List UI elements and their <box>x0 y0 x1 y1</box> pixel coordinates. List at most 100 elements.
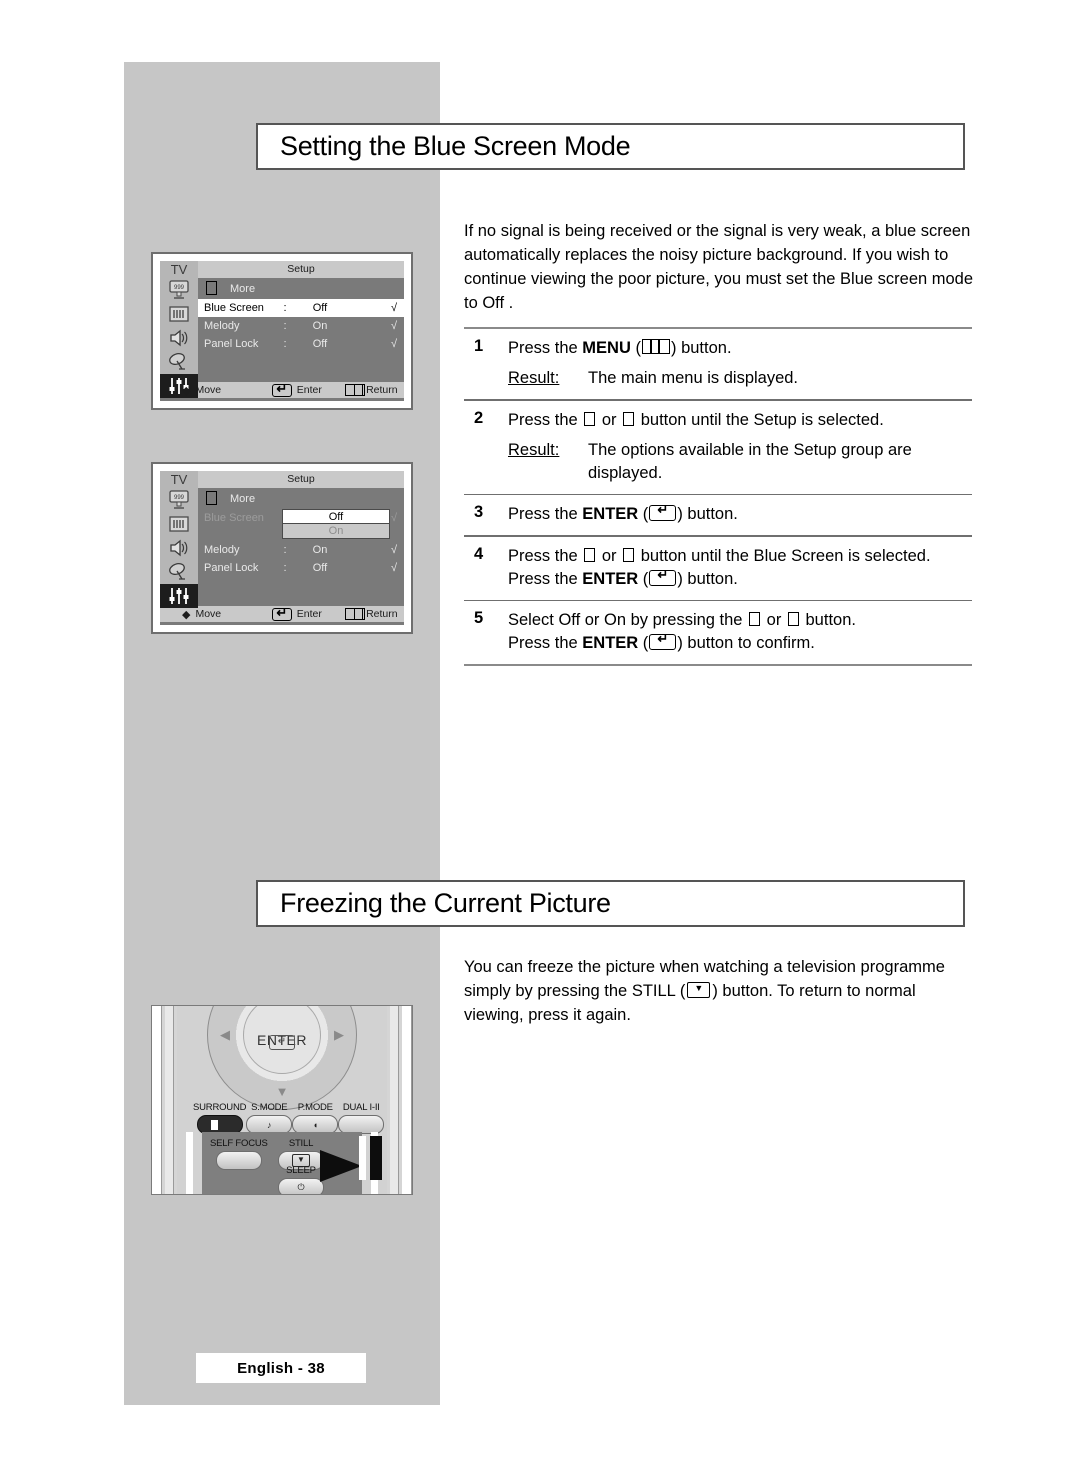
osd-row-panel-lock[interactable]: Panel Lock : Off √ <box>198 335 404 353</box>
remote-right-inner-edge <box>390 1006 399 1194</box>
self-focus-button[interactable]: SELF FOCUS <box>210 1138 268 1170</box>
remote-feature-button-row: SURROUND S.MODE ♪ P.MODE ◖ DUAL I-II <box>193 1102 385 1134</box>
menu-icon <box>345 384 366 396</box>
step-number: 1 <box>474 337 484 355</box>
check-icon: √ <box>390 512 397 524</box>
step-text-c2: ) button to confirm. <box>677 634 815 652</box>
move-arrows-icon: ◆ <box>182 384 191 397</box>
picture-mode-button[interactable]: P.MODE ◖ <box>292 1102 339 1134</box>
down-arrow-icon <box>623 547 635 562</box>
osd-more-label: More <box>230 492 256 505</box>
step-text-c: ) button. <box>670 339 732 357</box>
direction-pad[interactable]: ◀ ▶ ▼ ↵ ENTER <box>207 1006 357 1110</box>
step-text-b: or <box>597 410 622 429</box>
dual-button[interactable]: DUAL I-II <box>338 1102 385 1134</box>
osd-option-list: More Blue Screen : Off √ Melody : On √ P… <box>198 278 404 382</box>
step-text-a: Select Off or On by pressing the <box>508 611 748 629</box>
sound-mode-button[interactable]: S.MODE ♪ <box>246 1102 293 1134</box>
osd-row-melody[interactable]: Melody : On √ <box>198 541 404 559</box>
enter-key-icon: ↵ <box>269 1035 295 1050</box>
osd-row-colon: : <box>283 562 287 574</box>
dropdown-option-off[interactable]: Off <box>282 509 390 524</box>
osd-more-row[interactable]: More <box>198 278 404 299</box>
check-icon: √ <box>390 338 397 350</box>
step-text-b2: ( <box>638 634 649 652</box>
surround-button[interactable]: SURROUND <box>193 1102 246 1134</box>
still-callout-bar <box>370 1136 382 1180</box>
satellite-dish-icon <box>160 560 198 584</box>
svg-text:999: 999 <box>174 495 185 501</box>
osd-row-value: On <box>312 320 328 332</box>
section-title-blue-screen: Setting the Blue Screen Mode <box>256 123 965 170</box>
satellite-dish-icon <box>160 350 198 374</box>
sound-mode-button-label: S.MODE <box>251 1102 288 1113</box>
dual-button-label: DUAL I-II <box>342 1102 380 1113</box>
osd-row-label: Blue Screen <box>204 512 264 524</box>
osd-tv-label: TV <box>160 471 198 488</box>
remote-lower-band: SELF FOCUS STILL ▼ SLEEP ⏻ <box>186 1132 382 1194</box>
blue-screen-dropdown[interactable]: Off On <box>282 509 390 539</box>
remote-left-edge <box>152 1006 162 1194</box>
step-text-c2: ) button. <box>677 569 738 588</box>
left-arrow-icon[interactable]: ◀ <box>220 1027 230 1043</box>
osd-option-list: More Blue Screen : Off √ Off On Melody <box>198 488 404 606</box>
surround-button-label: SURROUND <box>193 1102 247 1113</box>
step-result: Result: The options available in the Set… <box>508 439 972 485</box>
section-title-text: Setting the Blue Screen Mode <box>280 131 631 161</box>
osd-row-value: Off <box>312 302 328 314</box>
osd-illustration-setup-menu: TV Setup 999 More Blue Screen: Off √ Me… <box>151 252 413 410</box>
step-text-a: Press the <box>508 339 583 357</box>
step-text-a: Press the <box>508 546 583 565</box>
step-text-c: button until the Setup is selected. <box>636 410 884 429</box>
osd-hint-enter: Enter <box>271 607 344 621</box>
step-text-b: or <box>597 546 622 565</box>
dropdown-option-on[interactable]: On <box>282 524 390 539</box>
step-text-bold2: ENTER <box>582 569 639 588</box>
osd-row-blue-screen[interactable]: Blue Screen : Off √ <box>198 299 404 317</box>
step-text-b: or <box>762 611 786 629</box>
osd-header: TV Setup <box>160 261 404 278</box>
right-arrow-icon[interactable]: ▶ <box>334 1027 344 1043</box>
remote-left-inner-edge <box>165 1006 174 1194</box>
picture-icon: 999 <box>160 278 198 302</box>
step-4: 4 Press the or button until the Blue Scr… <box>464 537 972 600</box>
osd-hint-return: Return <box>344 384 404 396</box>
sleep-button[interactable]: SLEEP ⏻ <box>278 1165 324 1194</box>
osd-hint-enter: Enter <box>271 383 344 397</box>
svg-text:999: 999 <box>174 285 185 291</box>
step-5: 5 Select Off or On by pressing the or bu… <box>464 601 972 664</box>
step-instruction-second: Press the ENTER () button. <box>508 568 972 591</box>
menu-icon <box>641 339 670 354</box>
osd-row-melody[interactable]: Melody : On √ <box>198 317 404 335</box>
divider <box>464 664 972 666</box>
osd-hint-move: ◆ Move <box>160 608 271 621</box>
enter-button[interactable]: ↵ ENTER <box>243 1006 321 1074</box>
step-instruction: Select Off or On by pressing the or butt… <box>508 609 972 632</box>
osd-icon-rail: 999 <box>160 278 198 398</box>
osd-row-blue-screen[interactable]: Blue Screen : Off √ Off On <box>198 509 404 539</box>
intro-paragraph-freeze: You can freeze the picture when watching… <box>464 955 974 1027</box>
self-focus-button-label: SELF FOCUS <box>210 1138 268 1149</box>
osd-hint-enter-label: Enter <box>296 384 322 396</box>
up-arrow-icon <box>584 411 596 426</box>
speaker-icon <box>160 536 198 560</box>
enter-icon <box>649 569 677 586</box>
osd-hint-move-label: Move <box>195 384 222 396</box>
osd-more-row[interactable]: More <box>198 488 404 509</box>
osd-hint-enter-label: Enter <box>296 608 322 620</box>
step-result: Result: The main menu is displayed. <box>508 367 972 390</box>
step-text-c: button until the Blue Screen is selected… <box>636 546 931 565</box>
down-arrow-icon[interactable]: ▼ <box>276 1084 289 1099</box>
osd-row-colon: : <box>283 302 287 314</box>
osd-row-colon: : <box>283 338 287 350</box>
osd-row-value: Off <box>312 562 328 574</box>
osd-row-panel-lock[interactable]: Panel Lock : Off √ <box>198 559 404 577</box>
remote-control-illustration: ◀ ▶ ▼ ↵ ENTER SURROUND S.MODE ♪ P.MODE ◖… <box>151 1005 413 1195</box>
step-number: 2 <box>474 408 484 427</box>
section-title-freeze-picture: Freezing the Current Picture <box>256 880 965 927</box>
sleep-button-label: SLEEP <box>286 1165 316 1176</box>
osd-menu-caption: Setup <box>287 263 315 275</box>
picture-icon: 999 <box>160 488 198 512</box>
osd-row-colon: : <box>283 544 287 556</box>
osd-row-value: On <box>312 544 328 556</box>
